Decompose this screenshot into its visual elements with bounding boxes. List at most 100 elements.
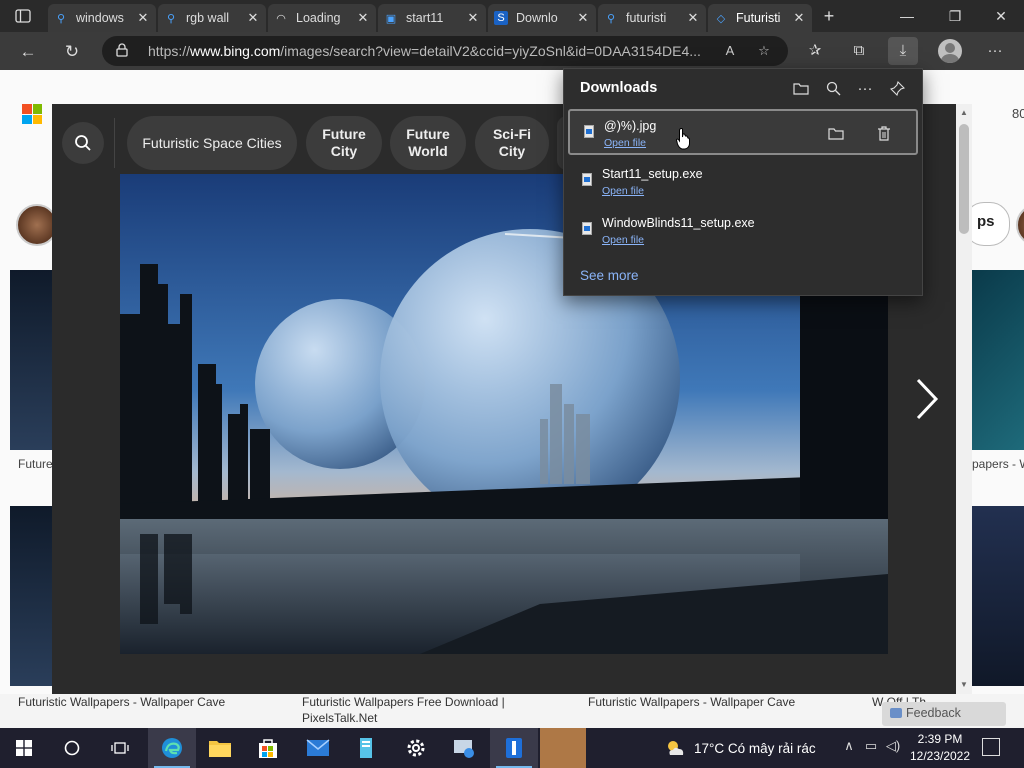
result-thumb[interactable]: [10, 506, 52, 686]
tab-actions-icon[interactable]: [8, 4, 38, 28]
related-chip-space-cities[interactable]: Futuristic Space Cities: [127, 116, 297, 170]
tab-loading[interactable]: ◠ Loading ✕: [268, 4, 376, 32]
scroll-up-icon[interactable]: ▲: [959, 108, 969, 118]
related-thumb[interactable]: [1016, 204, 1024, 246]
close-icon[interactable]: ✕: [356, 10, 370, 26]
download-item[interactable]: @)%).jpg Open file: [568, 109, 918, 155]
address-bar[interactable]: https://www.bing.com/images/search?view=…: [102, 36, 788, 66]
scrollbar[interactable]: ▲ ▼: [956, 104, 972, 694]
close-icon[interactable]: ✕: [686, 10, 700, 26]
download-item[interactable]: Start11_setup.exe Open file: [568, 159, 918, 205]
url-text[interactable]: https://www.bing.com/images/search?view=…: [148, 43, 708, 59]
search-icon: ⚲: [606, 12, 616, 25]
search-icon: ⚲: [166, 12, 176, 25]
windows-logo-icon: [16, 740, 32, 756]
related-chip-scifi-city[interactable]: Sci-Fi City: [475, 116, 549, 170]
result-caption[interactable]: Futuristic Wallpapers Free Download | Pi…: [302, 694, 562, 726]
close-icon[interactable]: ✕: [136, 10, 150, 26]
settings-more-icon[interactable]: ···: [980, 37, 1010, 65]
tab-download[interactable]: S Downlo ✕: [488, 4, 596, 32]
chip-label: Future City: [322, 126, 366, 159]
more-options-icon[interactable]: ···: [854, 77, 876, 99]
folder-icon: [209, 741, 231, 757]
clock[interactable]: 2:39 PM 12/23/2022: [908, 731, 972, 765]
feedback-button[interactable]: Feedback: [882, 702, 1006, 726]
network-icon[interactable]: ▭: [862, 738, 880, 758]
settings-button[interactable]: [392, 728, 440, 768]
store-button[interactable]: [244, 728, 292, 768]
volume-icon[interactable]: ◁): [884, 738, 902, 758]
related-chip-future-world[interactable]: Future World: [390, 116, 466, 170]
start11-icon: [506, 738, 522, 758]
tab-title: futuristi: [626, 11, 667, 25]
profile-avatar[interactable]: [938, 39, 962, 63]
weather-widget[interactable]: 17°C Có mây rải rác: [664, 736, 844, 760]
related-chip-future-city[interactable]: Future City: [306, 116, 382, 170]
minimize-button[interactable]: —: [884, 0, 930, 32]
tab-start11[interactable]: ▣ start11 ✕: [378, 4, 486, 32]
tab-rgb-wall[interactable]: ⚲ rgb wall ✕: [158, 4, 266, 32]
next-image-button[interactable]: [912, 374, 942, 424]
task-view-icon: [111, 742, 129, 754]
close-icon[interactable]: ✕: [576, 10, 590, 26]
start11-taskbar-button[interactable]: [490, 728, 538, 768]
show-hidden-icons-chevron-icon[interactable]: ∧: [840, 738, 858, 758]
downloads-panel: Downloads ··· @)%).jpg Open file Start11…: [563, 68, 923, 296]
see-more-link[interactable]: See more: [580, 268, 639, 283]
task-view-button[interactable]: [96, 728, 144, 768]
result-caption[interactable]: Future: [18, 457, 52, 471]
microsoft-logo[interactable]: [22, 104, 42, 124]
add-favorite-icon[interactable]: ☆: [754, 41, 774, 61]
app-button-3[interactable]: [540, 728, 586, 768]
mail-button[interactable]: [294, 728, 342, 768]
search-downloads-icon[interactable]: [822, 77, 844, 99]
file-explorer-button[interactable]: [196, 728, 244, 768]
open-file-link[interactable]: Open file: [602, 234, 644, 246]
open-file-link[interactable]: Open file: [604, 137, 646, 149]
chip-label: Sci-Fi City: [492, 126, 532, 159]
close-icon[interactable]: ✕: [466, 10, 480, 26]
result-thumb[interactable]: [10, 270, 52, 450]
start-button[interactable]: [0, 728, 48, 768]
scroll-thumb[interactable]: [959, 124, 969, 234]
refresh-button[interactable]: ↻: [58, 38, 86, 66]
navigation-bar: ← ↻ https://www.bing.com/images/search?v…: [0, 32, 1024, 70]
restore-button[interactable]: ❐: [932, 0, 978, 32]
downloads-icon[interactable]: ⤓: [888, 37, 918, 65]
search-button[interactable]: [48, 728, 96, 768]
close-window-button[interactable]: ✕: [978, 0, 1024, 32]
notification-center-icon[interactable]: [982, 738, 1000, 756]
close-icon[interactable]: ✕: [246, 10, 260, 26]
hand-cursor-icon: [676, 128, 690, 150]
app-button-2[interactable]: [440, 728, 488, 768]
result-caption[interactable]: Futuristic Wallpapers - Wallpaper Cave: [18, 694, 288, 710]
read-aloud-icon[interactable]: A: [720, 41, 740, 61]
collections-icon[interactable]: ⧉: [844, 37, 874, 65]
tab-futuristic-search[interactable]: ⚲ futuristi ✕: [598, 4, 706, 32]
open-folder-icon[interactable]: [790, 77, 812, 99]
result-caption[interactable]: Futuristic Wallpapers - Wallpaper Cave: [588, 694, 848, 710]
result-thumb[interactable]: [972, 506, 1024, 686]
new-tab-button[interactable]: +: [818, 6, 840, 28]
tab-windows[interactable]: ⚲ windows ✕: [48, 4, 156, 32]
edge-taskbar-button[interactable]: [148, 728, 196, 768]
open-file-link[interactable]: Open file: [602, 185, 644, 197]
show-in-folder-icon[interactable]: [826, 123, 846, 143]
tab-futuristic-active[interactable]: ◇ Futuristi ✕: [708, 4, 812, 32]
download-item[interactable]: WindowBlinds11_setup.exe Open file: [568, 208, 918, 254]
edge-icon: [162, 738, 182, 758]
pin-icon[interactable]: [886, 77, 908, 99]
search-circle-icon: [64, 740, 80, 756]
delete-icon[interactable]: [874, 123, 894, 143]
close-icon[interactable]: ✕: [792, 10, 806, 26]
favorites-icon[interactable]: ✰: [800, 37, 830, 65]
back-button[interactable]: ←: [14, 38, 42, 66]
scroll-down-icon[interactable]: ▼: [959, 680, 969, 690]
app-button[interactable]: [342, 728, 390, 768]
downloads-title: Downloads: [580, 80, 658, 96]
search-icon: ⚲: [56, 12, 66, 25]
result-caption[interactable]: papers - W: [972, 457, 1024, 471]
viewer-search-button[interactable]: [62, 122, 104, 164]
result-thumb[interactable]: [972, 270, 1024, 450]
lock-icon[interactable]: [116, 43, 130, 59]
